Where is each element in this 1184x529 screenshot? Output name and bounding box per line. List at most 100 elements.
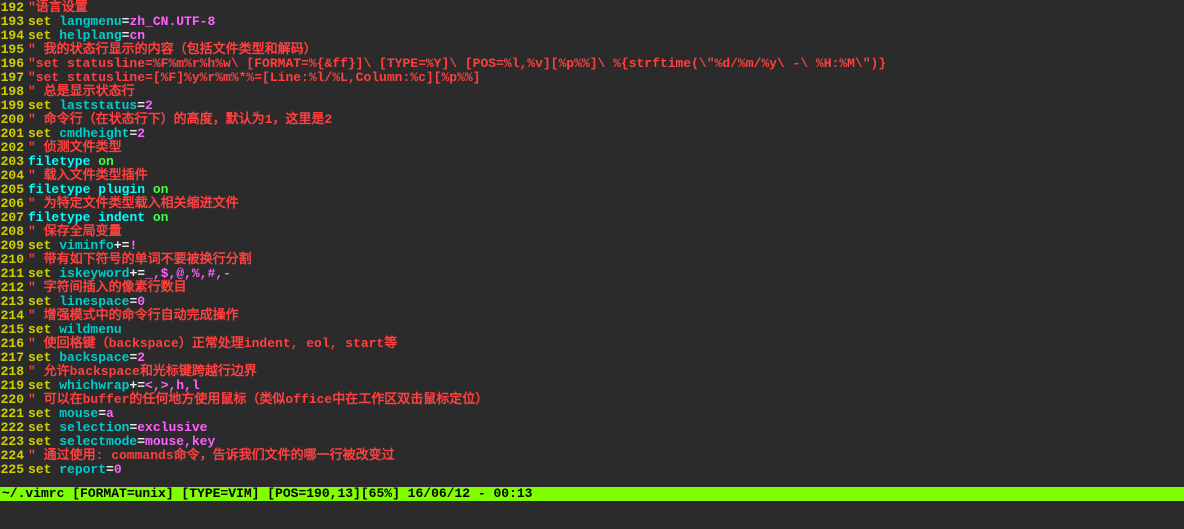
line-number: 196 <box>0 57 28 71</box>
code-line[interactable]: 202" 侦测文件类型 <box>0 141 1184 155</box>
line-number: 199 <box>0 99 28 113</box>
line-content: " 载入文件类型插件 <box>28 169 1184 183</box>
line-content: " 保存全局变量 <box>28 225 1184 239</box>
code-line[interactable]: 215set wildmenu <box>0 323 1184 337</box>
code-line[interactable]: 208" 保存全局变量 <box>0 225 1184 239</box>
code-line[interactable]: 201set cmdheight=2 <box>0 127 1184 141</box>
line-content: " 使回格键（backspace）正常处理indent, eol, start等 <box>28 337 1184 351</box>
line-number: 202 <box>0 141 28 155</box>
line-content: set viminfo+=! <box>28 239 1184 253</box>
line-number: 217 <box>0 351 28 365</box>
line-content: filetype indent on <box>28 211 1184 225</box>
line-number: 197 <box>0 71 28 85</box>
line-content: set report=0 <box>28 463 1184 477</box>
line-number: 210 <box>0 253 28 267</box>
command-line-area[interactable] <box>0 501 1184 529</box>
line-content: set whichwrap+=<,>,h,l <box>28 379 1184 393</box>
line-number: 222 <box>0 421 28 435</box>
line-number: 193 <box>0 15 28 29</box>
code-line[interactable]: 209set viminfo+=! <box>0 239 1184 253</box>
code-line[interactable]: 193set langmenu=zh_CN.UTF-8 <box>0 15 1184 29</box>
code-line[interactable]: 192"语言设置 <box>0 1 1184 15</box>
code-line[interactable]: 224" 通过使用: commands命令，告诉我们文件的哪一行被改变过 <box>0 449 1184 463</box>
code-line[interactable]: 196"set statusline=%F%m%r%h%w\ [FORMAT=%… <box>0 57 1184 71</box>
line-number: 215 <box>0 323 28 337</box>
code-line[interactable]: 218" 允许backspace和光标键跨越行边界 <box>0 365 1184 379</box>
line-number: 204 <box>0 169 28 183</box>
code-line[interactable]: 212" 字符间插入的像素行数目 <box>0 281 1184 295</box>
line-content: " 带有如下符号的单词不要被换行分割 <box>28 253 1184 267</box>
line-number: 225 <box>0 463 28 477</box>
code-line[interactable]: 207filetype indent on <box>0 211 1184 225</box>
code-line[interactable]: 216" 使回格键（backspace）正常处理indent, eol, sta… <box>0 337 1184 351</box>
line-content: " 侦测文件类型 <box>28 141 1184 155</box>
line-number: 212 <box>0 281 28 295</box>
line-number: 203 <box>0 155 28 169</box>
line-number: 200 <box>0 113 28 127</box>
code-line[interactable]: 225set report=0 <box>0 463 1184 477</box>
code-area[interactable]: 192"语言设置193set langmenu=zh_CN.UTF-8194se… <box>0 0 1184 487</box>
line-content: " 字符间插入的像素行数目 <box>28 281 1184 295</box>
line-content: set langmenu=zh_CN.UTF-8 <box>28 15 1184 29</box>
status-line: ~/.vimrc [FORMAT=unix] [TYPE=VIM] [POS=1… <box>0 487 1184 501</box>
line-content: set helplang=cn <box>28 29 1184 43</box>
line-number: 220 <box>0 393 28 407</box>
line-content: " 可以在buffer的任何地方使用鼠标（类似office中在工作区双击鼠标定位… <box>28 393 1184 407</box>
line-content: filetype plugin on <box>28 183 1184 197</box>
line-content: " 我的状态行显示的内容（包括文件类型和解码） <box>28 43 1184 57</box>
line-content: set iskeyword+=_,$,@,%,#,- <box>28 267 1184 281</box>
code-line[interactable]: 211set iskeyword+=_,$,@,%,#,- <box>0 267 1184 281</box>
line-content: " 为特定文件类型载入相关缩进文件 <box>28 197 1184 211</box>
line-content: " 总是显示状态行 <box>28 85 1184 99</box>
code-line[interactable]: 223set selectmode=mouse,key <box>0 435 1184 449</box>
line-number: 194 <box>0 29 28 43</box>
line-number: 206 <box>0 197 28 211</box>
line-number: 221 <box>0 407 28 421</box>
line-number: 211 <box>0 267 28 281</box>
code-line[interactable]: 195" 我的状态行显示的内容（包括文件类型和解码） <box>0 43 1184 57</box>
line-content: " 通过使用: commands命令，告诉我们文件的哪一行被改变过 <box>28 449 1184 463</box>
code-line[interactable]: 197"set statusline=[%F]%y%r%m%*%=[Line:%… <box>0 71 1184 85</box>
line-content: set selection=exclusive <box>28 421 1184 435</box>
code-line[interactable]: 198" 总是显示状态行 <box>0 85 1184 99</box>
line-number: 216 <box>0 337 28 351</box>
line-number: 198 <box>0 85 28 99</box>
code-line[interactable]: 220" 可以在buffer的任何地方使用鼠标（类似office中在工作区双击鼠… <box>0 393 1184 407</box>
code-line[interactable]: 199set laststatus=2 <box>0 99 1184 113</box>
line-number: 209 <box>0 239 28 253</box>
line-content: set wildmenu <box>28 323 1184 337</box>
code-line[interactable]: 203filetype on <box>0 155 1184 169</box>
code-line[interactable]: 222set selection=exclusive <box>0 421 1184 435</box>
code-line[interactable]: 204" 载入文件类型插件 <box>0 169 1184 183</box>
code-line[interactable]: 214" 增强模式中的命令行自动完成操作 <box>0 309 1184 323</box>
line-number: 207 <box>0 211 28 225</box>
code-line[interactable]: 210" 带有如下符号的单词不要被换行分割 <box>0 253 1184 267</box>
line-content: "set statusline=[%F]%y%r%m%*%=[Line:%l/%… <box>28 71 1184 85</box>
line-content: "set statusline=%F%m%r%h%w\ [FORMAT=%{&f… <box>28 57 1184 71</box>
line-content: set mouse=a <box>28 407 1184 421</box>
vim-editor: 192"语言设置193set langmenu=zh_CN.UTF-8194se… <box>0 0 1184 529</box>
code-line[interactable]: 221set mouse=a <box>0 407 1184 421</box>
line-number: 224 <box>0 449 28 463</box>
code-line[interactable]: 200" 命令行（在状态行下）的高度，默认为1，这里是2 <box>0 113 1184 127</box>
line-content: set linespace=0 <box>28 295 1184 309</box>
code-line[interactable]: 205filetype plugin on <box>0 183 1184 197</box>
code-line[interactable]: 217set backspace=2 <box>0 351 1184 365</box>
line-number: 214 <box>0 309 28 323</box>
code-line[interactable]: 219set whichwrap+=<,>,h,l <box>0 379 1184 393</box>
line-content: set cmdheight=2 <box>28 127 1184 141</box>
code-line[interactable]: 194set helplang=cn <box>0 29 1184 43</box>
line-content: " 允许backspace和光标键跨越行边界 <box>28 365 1184 379</box>
line-number: 219 <box>0 379 28 393</box>
line-content: set backspace=2 <box>28 351 1184 365</box>
line-content: filetype on <box>28 155 1184 169</box>
code-line[interactable]: 213set linespace=0 <box>0 295 1184 309</box>
line-number: 192 <box>0 1 28 15</box>
line-number: 218 <box>0 365 28 379</box>
line-number: 213 <box>0 295 28 309</box>
line-number: 223 <box>0 435 28 449</box>
line-number: 201 <box>0 127 28 141</box>
line-content: "语言设置 <box>28 1 1184 15</box>
line-content: " 增强模式中的命令行自动完成操作 <box>28 309 1184 323</box>
code-line[interactable]: 206" 为特定文件类型载入相关缩进文件 <box>0 197 1184 211</box>
